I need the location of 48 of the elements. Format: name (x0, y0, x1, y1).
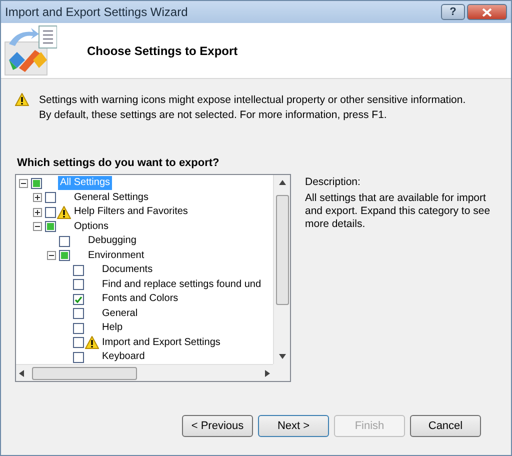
tree-item[interactable]: Help Filters and Favorites (72, 205, 190, 220)
scroll-up-arrow-icon[interactable] (278, 180, 286, 185)
warning-icon (15, 93, 29, 106)
horizontal-scrollbar[interactable] (16, 364, 273, 381)
vertical-scrollbar[interactable] (273, 175, 290, 364)
tree-item[interactable]: Options (72, 220, 110, 234)
tree-item[interactable]: General Settings (72, 190, 150, 205)
tree-item[interactable]: Debugging (86, 234, 138, 248)
tree-item[interactable]: Documents (100, 263, 155, 278)
wizard-button[interactable]: < Previous (182, 415, 253, 437)
checkbox[interactable] (73, 308, 84, 320)
expand-icon[interactable] (33, 208, 42, 217)
warning-text: Settings with warning icons might expose intellectual property or other sensitive information. By default, these settings are not selected. For more information, press F1. (39, 93, 467, 123)
tree-item[interactable]: Environment (86, 248, 146, 263)
checkbox[interactable] (45, 192, 56, 204)
checkbox[interactable] (73, 264, 84, 276)
tree-label: Which settings do you want to export? (17, 157, 220, 169)
wizard-button[interactable]: Cancel (410, 415, 481, 437)
tree-item[interactable]: Fonts and Colors (100, 292, 180, 306)
checkbox[interactable] (59, 236, 70, 247)
scrollbar-thumb[interactable] (32, 366, 137, 380)
collapse-icon[interactable] (19, 178, 28, 188)
checkbox[interactable] (73, 352, 84, 363)
checkbox[interactable] (73, 294, 84, 305)
wizard-button[interactable]: Next > (258, 415, 329, 437)
scrollbar-thumb[interactable] (276, 194, 288, 304)
close-icon (482, 8, 492, 16)
checkbox[interactable] (73, 337, 84, 348)
tree-item[interactable]: Keyboard (100, 350, 147, 364)
scroll-left-arrow-icon[interactable] (19, 370, 24, 376)
page-title: Choose Settings to Export (87, 44, 238, 58)
scroll-down-arrow-icon[interactable] (278, 354, 286, 359)
description-label: Description: (305, 176, 362, 189)
scroll-right-arrow-icon[interactable] (265, 370, 270, 376)
tree-item[interactable]: Find and replace settings found und (100, 278, 263, 292)
checkbox[interactable] (73, 279, 84, 290)
collapse-icon[interactable] (33, 222, 42, 232)
close-button[interactable] (467, 4, 507, 20)
tree-item[interactable]: General (100, 306, 140, 321)
expand-icon[interactable] (33, 193, 42, 202)
checkbox[interactable] (73, 322, 84, 334)
tree-item[interactable]: Help (100, 321, 125, 336)
tree-item[interactable]: Import and Export Settings (100, 336, 222, 350)
window-title: Import and Export Settings Wizard (5, 5, 189, 19)
help-button[interactable]: ? (441, 4, 465, 20)
description-text: All settings that are available for import and export. Expand this category to see more details. (305, 192, 492, 231)
collapse-icon[interactable] (47, 251, 56, 260)
checkbox[interactable] (45, 206, 56, 218)
